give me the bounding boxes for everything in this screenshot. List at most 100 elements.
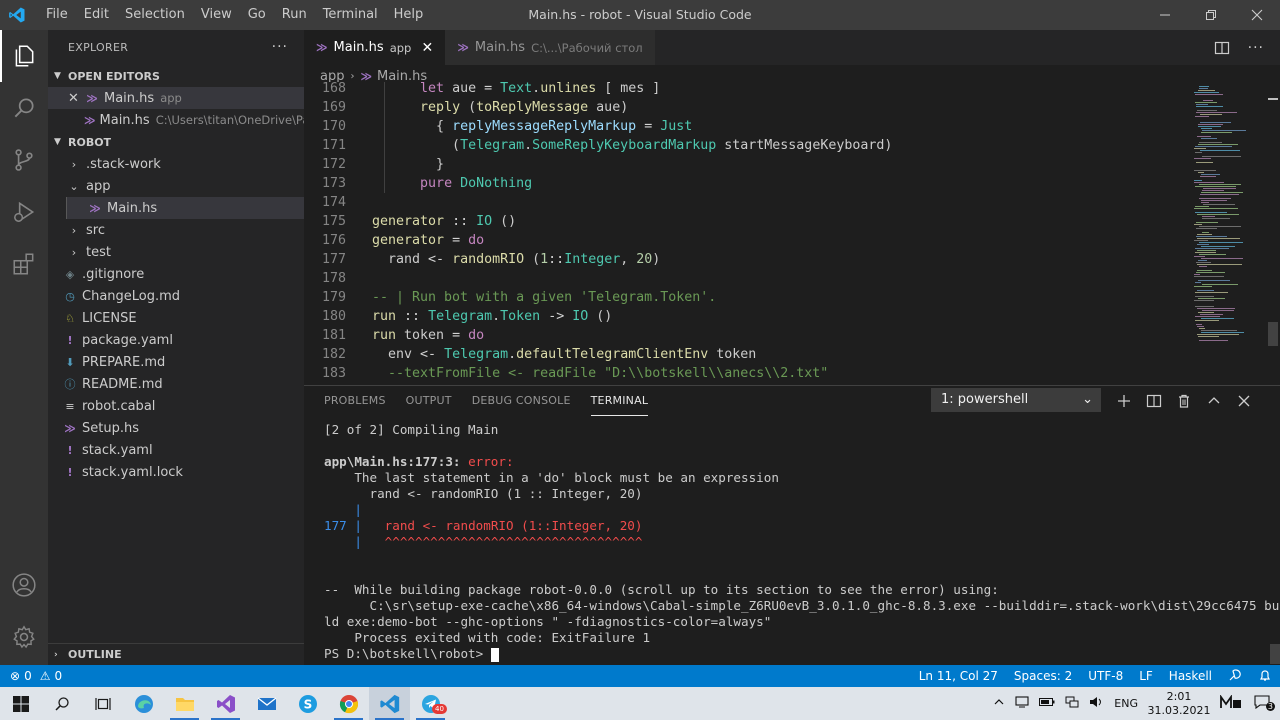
notifications-icon[interactable]: 3 — [1248, 695, 1280, 712]
plus-icon[interactable] — [1116, 393, 1132, 409]
search-taskbar-button[interactable] — [41, 687, 82, 720]
code-line[interactable]: 183 --textFromFile <- readFile "D:\\bots… — [304, 364, 1190, 383]
tab-problems[interactable]: PROBLEMS — [324, 386, 386, 416]
encoding[interactable]: UTF-8 — [1080, 669, 1131, 683]
code-line[interactable]: 178 — [304, 269, 1190, 288]
start-button[interactable] — [0, 687, 41, 720]
code-line[interactable]: 177 rand <- randomRIO (1::Integer, 20) — [304, 250, 1190, 269]
tree-item-stack-yaml-lock[interactable]: ! stack.yaml.lock — [48, 461, 304, 483]
code-editor[interactable]: 168 let aue = Text.unlines [ mes ] 169 re… — [304, 82, 1190, 385]
code-line[interactable]: 175 generator :: IO () — [304, 212, 1190, 231]
more-actions-icon[interactable]: ··· — [272, 39, 288, 55]
file-explorer-taskbar-button[interactable] — [164, 687, 205, 720]
search-activity[interactable] — [0, 82, 48, 134]
task-view-button[interactable] — [82, 687, 123, 720]
open-editor-item[interactable]: ≫ Main.hs C:\Users\titan\OneDrive\Pa... — [48, 109, 304, 131]
explorer-activity[interactable] — [0, 30, 48, 82]
chrome-taskbar-button[interactable] — [328, 687, 369, 720]
code-line[interactable]: 170 { replyMessageReplyMarkup = Just — [304, 117, 1190, 136]
tree-item-gitignore[interactable]: ◈ .gitignore — [48, 263, 304, 285]
tree-item-src[interactable]: › src — [48, 219, 304, 241]
cursor-position[interactable]: Ln 11, Col 27 — [911, 669, 1006, 683]
code-line[interactable]: 179 -- | Run bot with a given 'Telegram.T… — [304, 288, 1190, 307]
minimap[interactable] — [1190, 82, 1266, 385]
volume-icon[interactable] — [1084, 696, 1108, 711]
edge-taskbar-button[interactable] — [123, 687, 164, 720]
vscode-taskbar-button[interactable] — [369, 687, 410, 720]
chevron-up-icon[interactable] — [988, 696, 1010, 711]
robot-folder-header[interactable]: ▼ ROBOT — [48, 131, 304, 153]
code-line[interactable]: 176 generator = do — [304, 231, 1190, 250]
terminal-scroll-thumb[interactable] — [1270, 644, 1280, 664]
open-editors-header[interactable]: ▼ OPEN EDITORS — [48, 65, 304, 87]
source-control-activity[interactable] — [0, 134, 48, 186]
close-window-button[interactable] — [1234, 0, 1280, 30]
tree-item-stack-work[interactable]: › .stack-work — [48, 153, 304, 175]
more-actions-icon[interactable]: ··· — [1248, 40, 1264, 56]
chevron-up-icon[interactable] — [1206, 393, 1222, 409]
tree-item-license[interactable]: ♘ LICENSE — [48, 307, 304, 329]
telegram-taskbar-button[interactable]: 40 — [410, 687, 451, 720]
run-debug-activity[interactable] — [0, 186, 48, 238]
trash-icon[interactable] — [1176, 393, 1192, 409]
code-line[interactable]: 169 reply (toReplyMessage aue) — [304, 98, 1190, 117]
close-icon[interactable]: ✕ — [68, 91, 84, 106]
menu-edit[interactable]: Edit — [76, 0, 117, 30]
battery-icon[interactable] — [1034, 697, 1060, 710]
accounts-activity[interactable] — [0, 559, 48, 611]
tree-item-readme-md[interactable]: ⓘ README.md — [48, 373, 304, 395]
code-line[interactable]: 174 — [304, 193, 1190, 212]
editor-scroll-thumb[interactable] — [1268, 322, 1278, 346]
terminal-output[interactable]: [2 of 2] Compiling Main app\Main.hs:177:… — [324, 422, 1280, 662]
menu-go[interactable]: Go — [240, 0, 274, 30]
menu-file[interactable]: File — [38, 0, 76, 30]
tree-item-stack-yaml[interactable]: ! stack.yaml — [48, 439, 304, 461]
tree-item-test[interactable]: › test — [48, 241, 304, 263]
menu-selection[interactable]: Selection — [117, 0, 193, 30]
tree-item-robot-cabal[interactable]: ≡ robot.cabal — [48, 395, 304, 417]
clock[interactable]: 2:01 31.03.2021 — [1144, 690, 1214, 718]
terminal-select[interactable]: 1: powershell ⌄ — [931, 388, 1101, 412]
mail-taskbar-button[interactable] — [246, 687, 287, 720]
tab-main-hs-desktop[interactable]: ≫ Main.hs C:\...\Рабочий стол — [445, 30, 656, 65]
code-line[interactable]: 181 run token = do — [304, 326, 1190, 345]
editor-scrollbar[interactable] — [1266, 82, 1280, 385]
m-app-icon[interactable] — [1214, 694, 1248, 712]
visual-studio-taskbar-button[interactable] — [205, 687, 246, 720]
split-editor-icon[interactable] — [1214, 40, 1230, 56]
minimize-button[interactable] — [1142, 0, 1188, 30]
outline-header[interactable]: › OUTLINE — [48, 643, 304, 665]
code-line[interactable]: 171 (Telegram.SomeReplyKeyboardMarkup st… — [304, 136, 1190, 155]
code-line[interactable]: 180 run :: Telegram.Token -> IO () — [304, 307, 1190, 326]
split-terminal-icon[interactable] — [1146, 393, 1162, 409]
tree-item-package-yaml[interactable]: ! package.yaml — [48, 329, 304, 351]
network-icon[interactable] — [1060, 696, 1084, 711]
code-line[interactable]: 182 env <- Telegram.defaultTelegramClien… — [304, 345, 1190, 364]
end-of-line[interactable]: LF — [1131, 669, 1161, 683]
extensions-activity[interactable] — [0, 238, 48, 290]
open-editor-item[interactable]: ✕ ≫ Main.hs app — [48, 87, 304, 109]
tree-item-prepare-md[interactable]: ⬇ PREPARE.md — [48, 351, 304, 373]
input-language[interactable]: ENG — [1108, 697, 1144, 710]
display-icon[interactable] — [1010, 696, 1034, 711]
feedback-icon[interactable] — [1220, 668, 1250, 685]
problems-status[interactable]: ⊗ 0 ⚠ 0 — [0, 669, 62, 683]
code-line[interactable]: 168 let aue = Text.unlines [ mes ] — [304, 82, 1190, 98]
indentation[interactable]: Spaces: 2 — [1006, 669, 1080, 683]
code-line[interactable]: 172 } — [304, 155, 1190, 174]
tree-item-setup-hs[interactable]: ≫ Setup.hs — [48, 417, 304, 439]
tab-main-hs-app[interactable]: ≫ Main.hs app ✕ — [304, 30, 446, 65]
manage-activity[interactable] — [0, 611, 48, 663]
close-tab-icon[interactable]: ✕ — [419, 40, 435, 56]
language-mode[interactable]: Haskell — [1161, 669, 1220, 683]
tab-terminal[interactable]: TERMINAL — [590, 386, 649, 416]
code-line[interactable]: 173 pure DoNothing — [304, 174, 1190, 193]
bell-icon[interactable] — [1250, 668, 1280, 685]
menu-run[interactable]: Run — [274, 0, 315, 30]
tree-item-main-hs[interactable]: ≫ Main.hs — [66, 197, 304, 219]
tab-debug-console[interactable]: DEBUG CONSOLE — [472, 386, 571, 416]
tree-item-changelog[interactable]: ◷ ChangeLog.md — [48, 285, 304, 307]
skype-taskbar-button[interactable]: S — [287, 687, 328, 720]
menu-view[interactable]: View — [193, 0, 240, 30]
close-panel-icon[interactable] — [1236, 393, 1252, 409]
